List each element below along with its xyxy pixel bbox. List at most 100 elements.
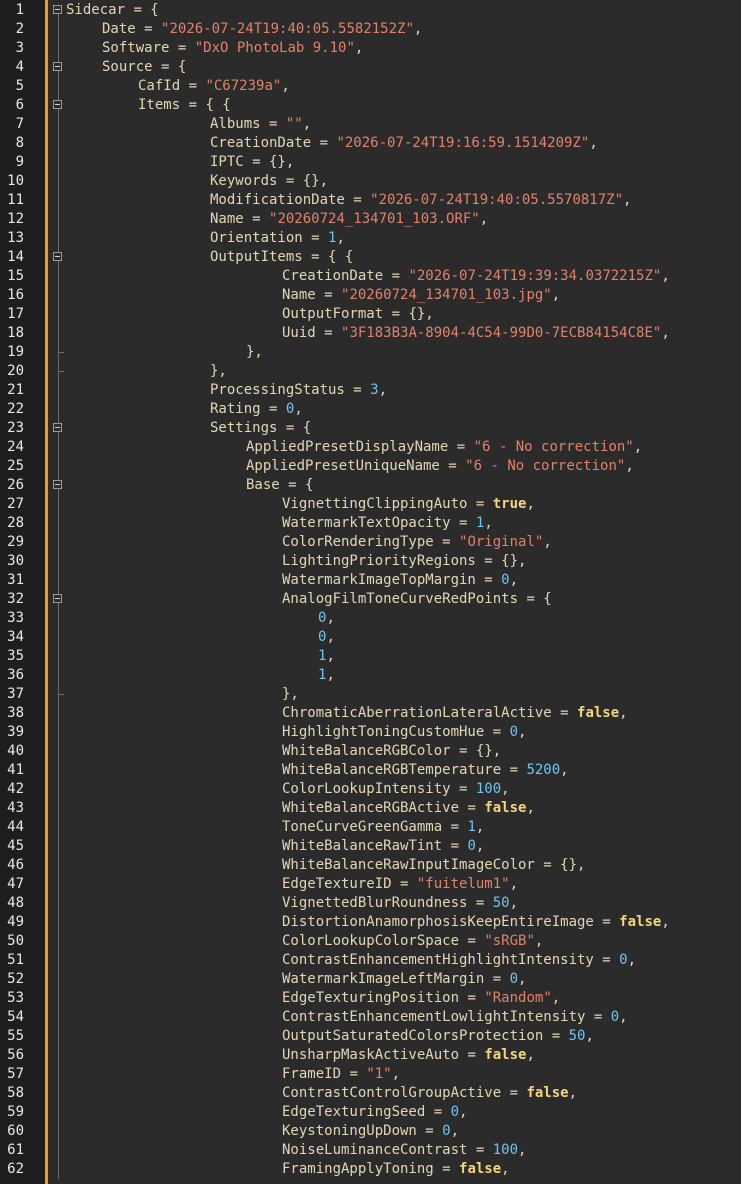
code-line[interactable]: 6 Items = { { xyxy=(0,96,741,115)
code-line[interactable]: 49 DistortionAnamorphosisKeepEntireImage … xyxy=(0,913,741,932)
code-line[interactable]: 10 Keywords = {}, xyxy=(0,172,741,191)
code-line[interactable]: 31 WatermarkImageTopMargin = 0, xyxy=(0,571,741,590)
code-line[interactable]: 42 ColorLookupIntensity = 100, xyxy=(0,780,741,799)
code-line[interactable]: 37}, xyxy=(0,685,741,704)
code-line[interactable]: 23 Settings = { xyxy=(0,419,741,438)
code-line[interactable]: 7 Albums = "", xyxy=(0,115,741,134)
code-line[interactable]: 34 0, xyxy=(0,628,741,647)
code-line[interactable]: 36 1, xyxy=(0,666,741,685)
code-line[interactable]: 9 IPTC = {}, xyxy=(0,153,741,172)
code-line[interactable]: 29 ColorRenderingType = "Original", xyxy=(0,533,741,552)
punctuation-token: , xyxy=(501,1161,510,1177)
code-line[interactable]: 57 FrameID = "1", xyxy=(0,1065,741,1084)
key-token: KeystoningUpDown xyxy=(282,1123,417,1139)
code-line[interactable]: 39 HighlightToningCustomHue = 0, xyxy=(0,723,741,742)
code-line[interactable]: 61 NoiseLuminanceContrast = 100, xyxy=(0,1141,741,1160)
code-line[interactable]: 55 OutputSaturatedColorsProtection = 50, xyxy=(0,1027,741,1046)
code-line[interactable]: 17 OutputFormat = {}, xyxy=(0,305,741,324)
code-line[interactable]: 60 KeystoningUpDown = 0, xyxy=(0,1122,741,1141)
code-line[interactable]: 27 VignettingClippingAuto = true, xyxy=(0,495,741,514)
line-number: 8 xyxy=(15,135,24,151)
code-line[interactable]: 58 ContrastControlGroupActive = false, xyxy=(0,1084,741,1103)
code-line[interactable]: 46 WhiteBalanceRawInputImageColor = {}, xyxy=(0,856,741,875)
code-line[interactable]: 1 Sidecar = { xyxy=(0,1,741,20)
code-line[interactable]: 35 1, xyxy=(0,647,741,666)
punctuation-token: , xyxy=(354,40,364,56)
line-code: WatermarkTextOpacity = 1, xyxy=(282,514,493,533)
line-code: Name = "20260724_134701_103.jpg", xyxy=(282,286,560,305)
code-line[interactable]: 24 AppliedPresetDisplayName = "6 - No cor… xyxy=(0,438,741,457)
code-line[interactable]: 32 AnalogFilmToneCurveRedPoints = { xyxy=(0,590,741,609)
code-line[interactable]: 4 Source = { xyxy=(0,58,741,77)
punctuation-token: = xyxy=(344,382,371,398)
code-line[interactable]: 19}, xyxy=(0,343,741,362)
code-line[interactable]: 56 UnsharpMaskActiveAuto = false, xyxy=(0,1046,741,1065)
code-line[interactable]: 13 Orientation = 1, xyxy=(0,229,741,248)
code-line[interactable]: 43 WhiteBalanceRGBActive = false, xyxy=(0,799,741,818)
code-line[interactable]: 53 EdgeTexturingPosition = "Random", xyxy=(0,989,741,1008)
code-line[interactable]: 28 WatermarkTextOpacity = 1, xyxy=(0,514,741,533)
code-line[interactable]: 51 ContrastEnhancementHighlightIntensity … xyxy=(0,951,741,970)
collapse-minus-icon[interactable] xyxy=(53,594,62,603)
collapse-minus-icon[interactable] xyxy=(53,480,62,489)
code-line[interactable]: 25 AppliedPresetUniqueName = "6 - No corr… xyxy=(0,457,741,476)
punctuation-token: = xyxy=(302,230,329,246)
code-line[interactable]: 62 FramingApplyToning = false, xyxy=(0,1160,741,1179)
code-line[interactable]: 41 WhiteBalanceRGBTemperature = 5200, xyxy=(0,761,741,780)
punctuation-token: = {}, xyxy=(277,173,329,189)
key-token: DistortionAnamorphosisKeepEntireImage xyxy=(282,914,594,930)
code-line[interactable]: 12 Name = "20260724_134701_103.ORF", xyxy=(0,210,741,229)
collapse-minus-icon[interactable] xyxy=(53,252,62,261)
number-token: 100 xyxy=(475,781,502,797)
key-token: ContrastEnhancementLowlightIntensity xyxy=(282,1009,586,1025)
code-line[interactable]: 3 Software = "DxO PhotoLab 9.10", xyxy=(0,39,741,58)
code-line[interactable]: 20}, xyxy=(0,362,741,381)
code-line[interactable]: 52 WatermarkImageLeftMargin = 0, xyxy=(0,970,741,989)
code-line[interactable]: 2 Date = "2026-07-24T19:40:05.5582152Z", xyxy=(0,20,741,39)
code-editor[interactable]: 1 Sidecar = {2 Date = "2026-07-24T19:40:05… xyxy=(0,0,741,1184)
code-line[interactable]: 22 Rating = 0, xyxy=(0,400,741,419)
punctuation-token: = xyxy=(484,971,510,987)
code-line[interactable]: 44 ToneCurveGreenGamma = 1, xyxy=(0,818,741,837)
key-token: ContrastEnhancementHighlightIntensity xyxy=(282,952,594,968)
code-line[interactable]: 26 Base = { xyxy=(0,476,741,495)
line-code: FramingApplyToning = false, xyxy=(282,1160,510,1179)
line-number: 2 xyxy=(15,21,24,37)
code-line[interactable]: 11 ModificationDate = "2026-07-24T19:40:0… xyxy=(0,191,741,210)
code-line[interactable]: 15 CreationDate = "2026-07-24T19:39:34.03… xyxy=(0,267,741,286)
key-token: CreationDate xyxy=(210,135,312,151)
code-line[interactable]: 30 LightingPriorityRegions = {}, xyxy=(0,552,741,571)
key-token: ChromaticAberrationLateralActive xyxy=(282,705,552,721)
punctuation-token: = xyxy=(260,401,286,417)
line-number: 49 xyxy=(7,914,24,930)
code-line[interactable]: 33 0, xyxy=(0,609,741,628)
punctuation-token: , xyxy=(585,1028,594,1044)
collapse-minus-icon[interactable] xyxy=(53,5,62,14)
code-line[interactable]: 47 EdgeTextureID = "fuitelum1", xyxy=(0,875,741,894)
code-line[interactable]: 40 WhiteBalanceRGBColor = {}, xyxy=(0,742,741,761)
code-line[interactable]: 16 Name = "20260724_134701_103.jpg", xyxy=(0,286,741,305)
code-line[interactable]: 54 ContrastEnhancementLowlightIntensity =… xyxy=(0,1008,741,1027)
code-line[interactable]: 38 ChromaticAberrationLateralActive = fal… xyxy=(0,704,741,723)
key-token: NoiseLuminanceContrast xyxy=(282,1142,468,1158)
code-line[interactable]: 18 Uuid = "3F183B3A-8904-4C54-99D0-7ECB84… xyxy=(0,324,741,343)
punctuation-token: = {}, xyxy=(475,553,527,569)
code-line[interactable]: 8 CreationDate = "2026-07-24T19:16:59.151… xyxy=(0,134,741,153)
code-line[interactable]: 5 CafId = "C67239a", xyxy=(0,77,741,96)
collapse-minus-icon[interactable] xyxy=(53,62,62,71)
code-line[interactable]: 21 ProcessingStatus = 3, xyxy=(0,381,741,400)
boolean-token: true xyxy=(492,496,527,512)
code-line[interactable]: 48 VignettedBlurRoundness = 50, xyxy=(0,894,741,913)
code-line[interactable]: 50 ColorLookupColorSpace = "sRGB", xyxy=(0,932,741,951)
punctuation-token: , xyxy=(625,458,634,474)
line-number: 24 xyxy=(7,439,24,455)
collapse-minus-icon[interactable] xyxy=(53,423,62,432)
code-line[interactable]: 59 EdgeTexturingSeed = 0, xyxy=(0,1103,741,1122)
key-token: OutputFormat xyxy=(282,306,384,322)
line-number: 44 xyxy=(7,819,24,835)
code-line[interactable]: 45 WhiteBalanceRawTint = 0, xyxy=(0,837,741,856)
punctuation-token: = xyxy=(543,1028,569,1044)
code-line[interactable]: 14 OutputItems = { { xyxy=(0,248,741,267)
key-token: WhiteBalanceRawInputImageColor xyxy=(282,857,535,873)
collapse-minus-icon[interactable] xyxy=(53,100,62,109)
